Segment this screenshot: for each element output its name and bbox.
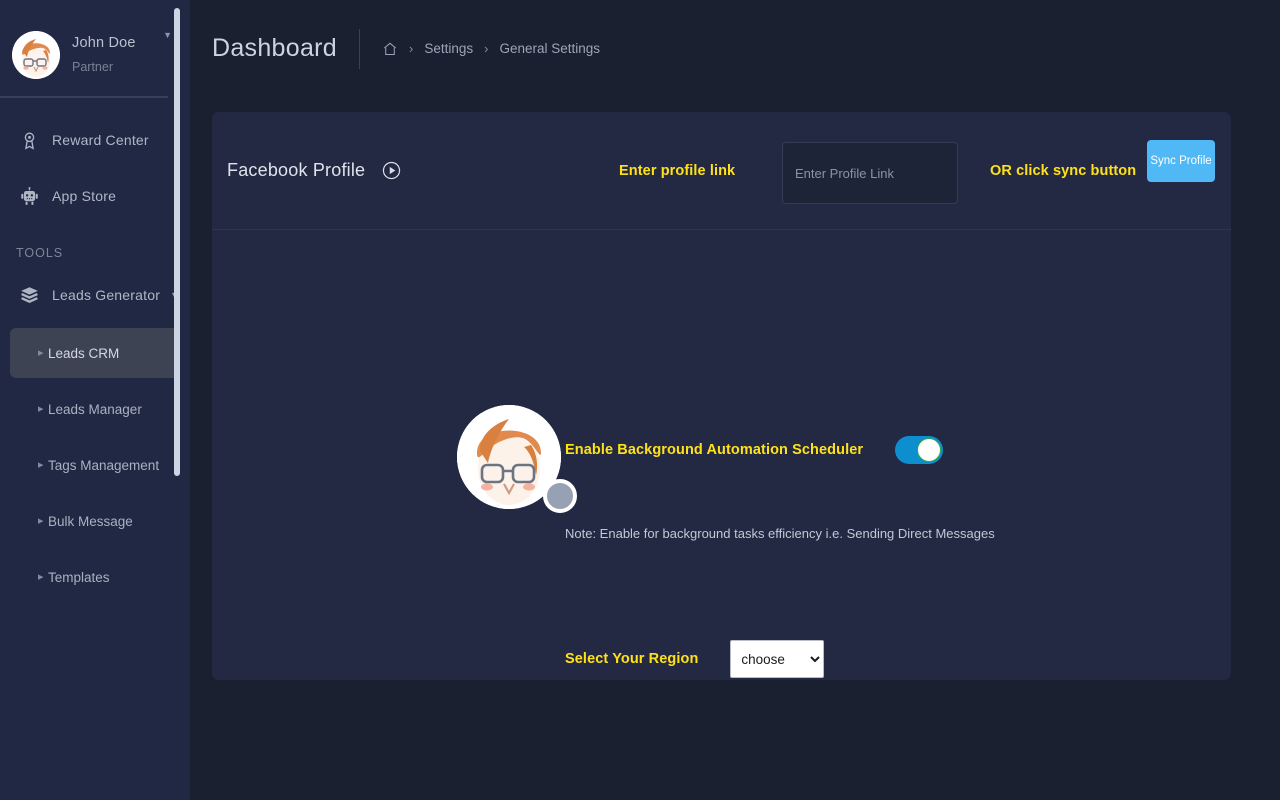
breadcrumb-item-general-settings[interactable]: General Settings [499, 41, 600, 56]
main-content: Dashboard › Settings › General Settings … [190, 0, 1280, 800]
sidebar-subitem-label: Bulk Message [48, 513, 133, 529]
region-label: Select Your Region [565, 651, 699, 667]
sidebar-subitem-label: Templates [48, 569, 110, 585]
bullet-icon: ▸ [38, 458, 44, 471]
scheduler-toggle[interactable] [895, 436, 944, 464]
user-name: John Doe [72, 35, 136, 52]
robot-icon [16, 186, 42, 206]
region-select[interactable]: choose [730, 640, 825, 678]
sync-profile-button[interactable]: Sync Profile [1147, 140, 1215, 182]
facebook-profile-card: Facebook Profile Enter profile link OR c… [212, 112, 1231, 680]
scheduler-note: Note: Enable for background tasks effici… [565, 526, 995, 541]
or-click-sync-label: OR click sync button [990, 162, 1137, 179]
sidebar-scrollbar[interactable] [174, 0, 180, 800]
enter-profile-link-label: Enter profile link [619, 162, 736, 179]
bullet-icon: ▸ [38, 346, 44, 359]
topbar: Dashboard › Settings › General Settings [190, 0, 1280, 97]
region-row: Select Your Region choose [565, 640, 825, 678]
sidebar-subitem-label: Leads Manager [48, 401, 142, 417]
avatar [12, 31, 60, 79]
breadcrumb: › Settings › General Settings [382, 41, 600, 57]
chevron-down-icon[interactable]: ▼ [163, 30, 172, 40]
sidebar-scrollbar-thumb[interactable] [174, 8, 180, 476]
sidebar-item-tags-management[interactable]: ▸ Tags Management [10, 440, 180, 490]
scheduler-row: Enable Background Automation Scheduler [565, 436, 944, 464]
bullet-icon: ▸ [38, 570, 44, 583]
sidebar-item-label: Leads Generator [52, 287, 161, 303]
sidebar-subitem-label: Tags Management [48, 457, 160, 473]
sidebar-subitem-label: Leads CRM [48, 345, 120, 361]
home-icon[interactable] [382, 41, 398, 57]
award-medal-icon [16, 131, 42, 150]
sidebar-item-label: App Store [52, 188, 117, 204]
sidebar-item-reward-center[interactable]: Reward Center [0, 112, 190, 168]
sidebar-submenu: ▸ Leads CRM ▸ Leads Manager ▸ Tags Manag… [0, 328, 190, 602]
profile-link-input[interactable] [782, 142, 958, 204]
sidebar-section-label: TOOLS [16, 246, 64, 260]
breadcrumb-separator: › [484, 41, 489, 56]
card-body: Enable Background Automation Scheduler N… [212, 230, 1231, 680]
app-root: John Doe Partner ▼ Reward Center App Sto… [0, 0, 1280, 800]
layers-stack-icon [16, 286, 42, 305]
bullet-icon: ▸ [38, 514, 44, 527]
user-profile-block[interactable]: John Doe Partner ▼ [0, 0, 190, 96]
card-title: Facebook Profile [227, 160, 366, 180]
sidebar-nav: Reward Center App Store TOOLS Leads Gene… [0, 98, 190, 602]
scheduler-toggle-knob [917, 438, 942, 462]
sidebar: John Doe Partner ▼ Reward Center App Sto… [0, 0, 190, 800]
profile-avatar [457, 405, 577, 513]
page-title: Dashboard [212, 34, 338, 62]
sidebar-item-leads-generator[interactable]: Leads Generator ▼ [0, 270, 190, 320]
sidebar-item-label: Reward Center [52, 132, 149, 148]
sidebar-item-leads-crm[interactable]: ▸ Leads CRM [10, 328, 180, 378]
card-header: Facebook Profile Enter profile link OR c… [212, 112, 1231, 230]
user-meta: John Doe Partner [72, 34, 163, 75]
sidebar-item-bulk-message[interactable]: ▸ Bulk Message [10, 496, 180, 546]
breadcrumb-separator: › [409, 41, 414, 56]
sidebar-item-app-store[interactable]: App Store [0, 168, 190, 224]
topbar-divider [359, 28, 361, 69]
breadcrumb-item-settings[interactable]: Settings [424, 41, 473, 56]
sidebar-item-templates[interactable]: ▸ Templates [10, 552, 180, 602]
user-role: Partner [72, 59, 113, 74]
sidebar-item-leads-manager[interactable]: ▸ Leads Manager [10, 384, 180, 434]
status-badge [543, 479, 577, 513]
scheduler-label: Enable Background Automation Scheduler [565, 442, 864, 458]
bullet-icon: ▸ [38, 402, 44, 415]
play-circle-icon[interactable] [381, 160, 402, 181]
avatar-illustration [12, 31, 60, 79]
